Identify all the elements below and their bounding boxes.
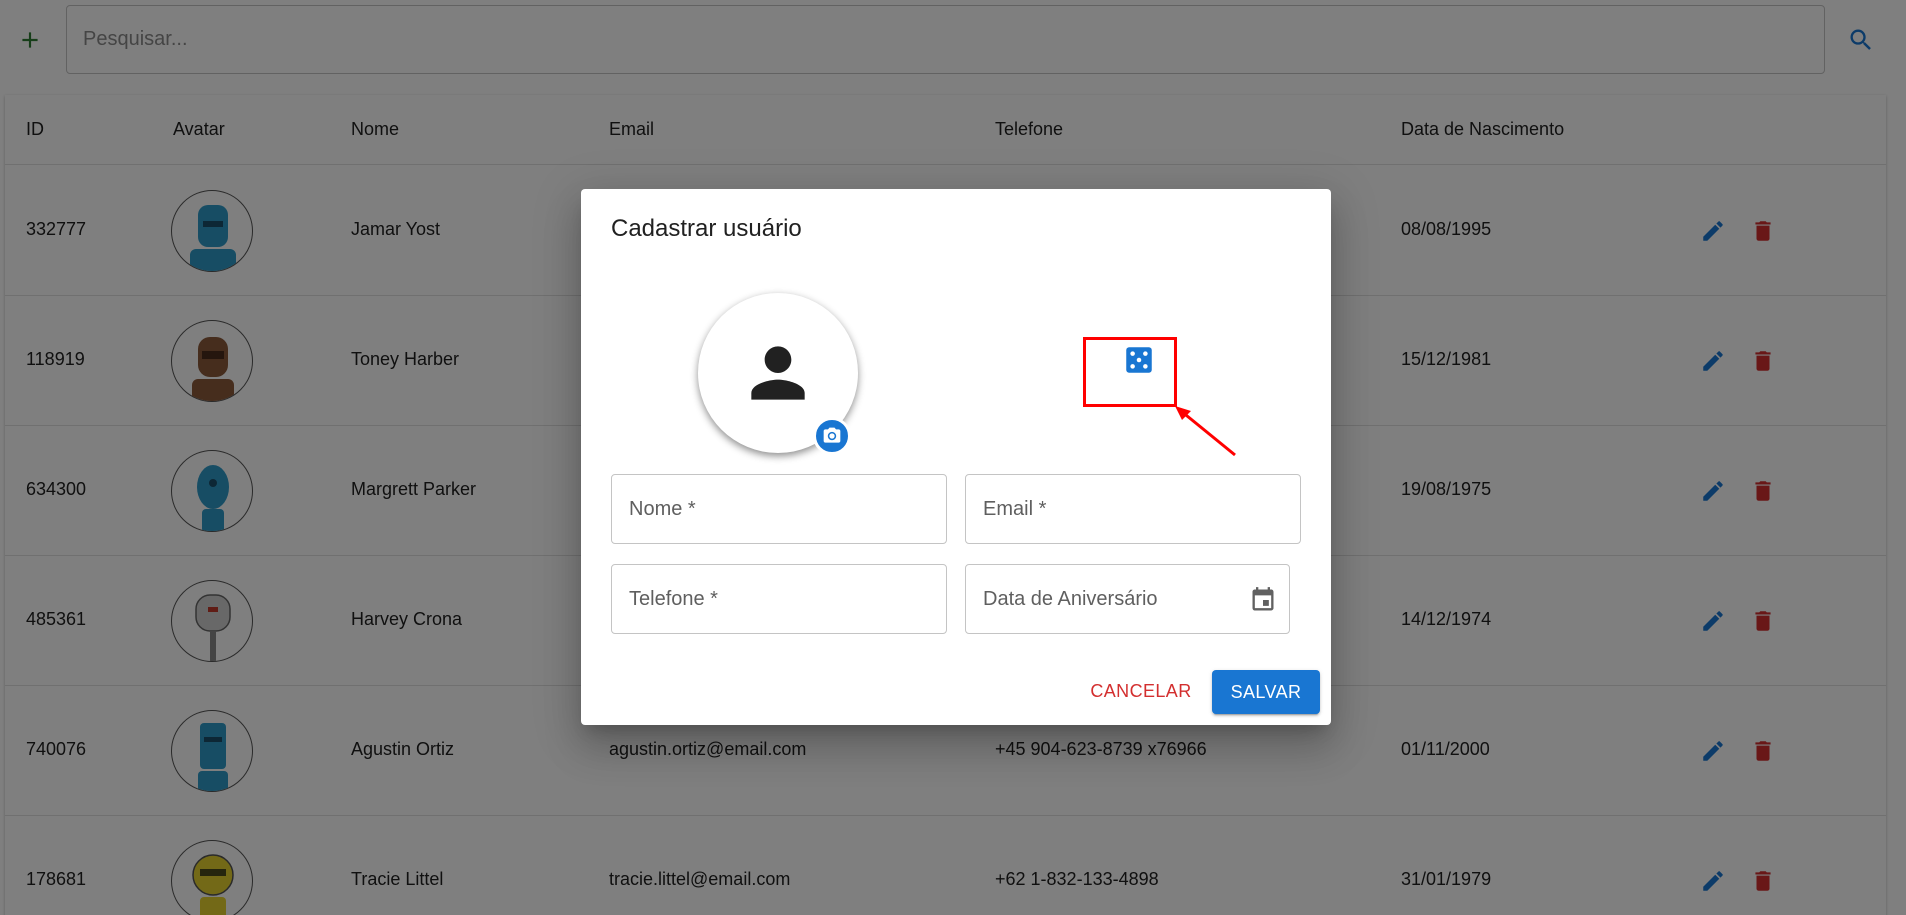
camera-icon — [823, 427, 841, 443]
birthday-field[interactable]: Data de Aniversário — [965, 564, 1290, 634]
birthday-field-label: Data de Aniversário — [983, 588, 1158, 610]
dice-icon — [1126, 347, 1152, 373]
phone-field-label: Telefone * — [629, 588, 718, 610]
name-field-label: Nome * — [629, 498, 696, 520]
email-field[interactable]: Email * — [965, 474, 1301, 544]
random-avatar-button[interactable] — [1117, 338, 1161, 382]
calendar-icon[interactable] — [1249, 586, 1277, 614]
cancel-button[interactable]: CANCELAR — [1086, 671, 1196, 711]
phone-field[interactable]: Telefone * — [611, 564, 947, 634]
dialog-title: Cadastrar usuário — [611, 215, 802, 242]
upload-photo-button[interactable] — [813, 417, 851, 455]
register-user-dialog: Cadastrar usuário Nome * Email * Telefon… — [581, 189, 1331, 725]
person-icon — [751, 346, 805, 400]
email-field-label: Email * — [983, 498, 1047, 520]
arrow-annotation — [1175, 406, 1236, 457]
name-field[interactable]: Nome * — [611, 474, 947, 544]
save-button[interactable]: SALVAR — [1212, 670, 1320, 714]
